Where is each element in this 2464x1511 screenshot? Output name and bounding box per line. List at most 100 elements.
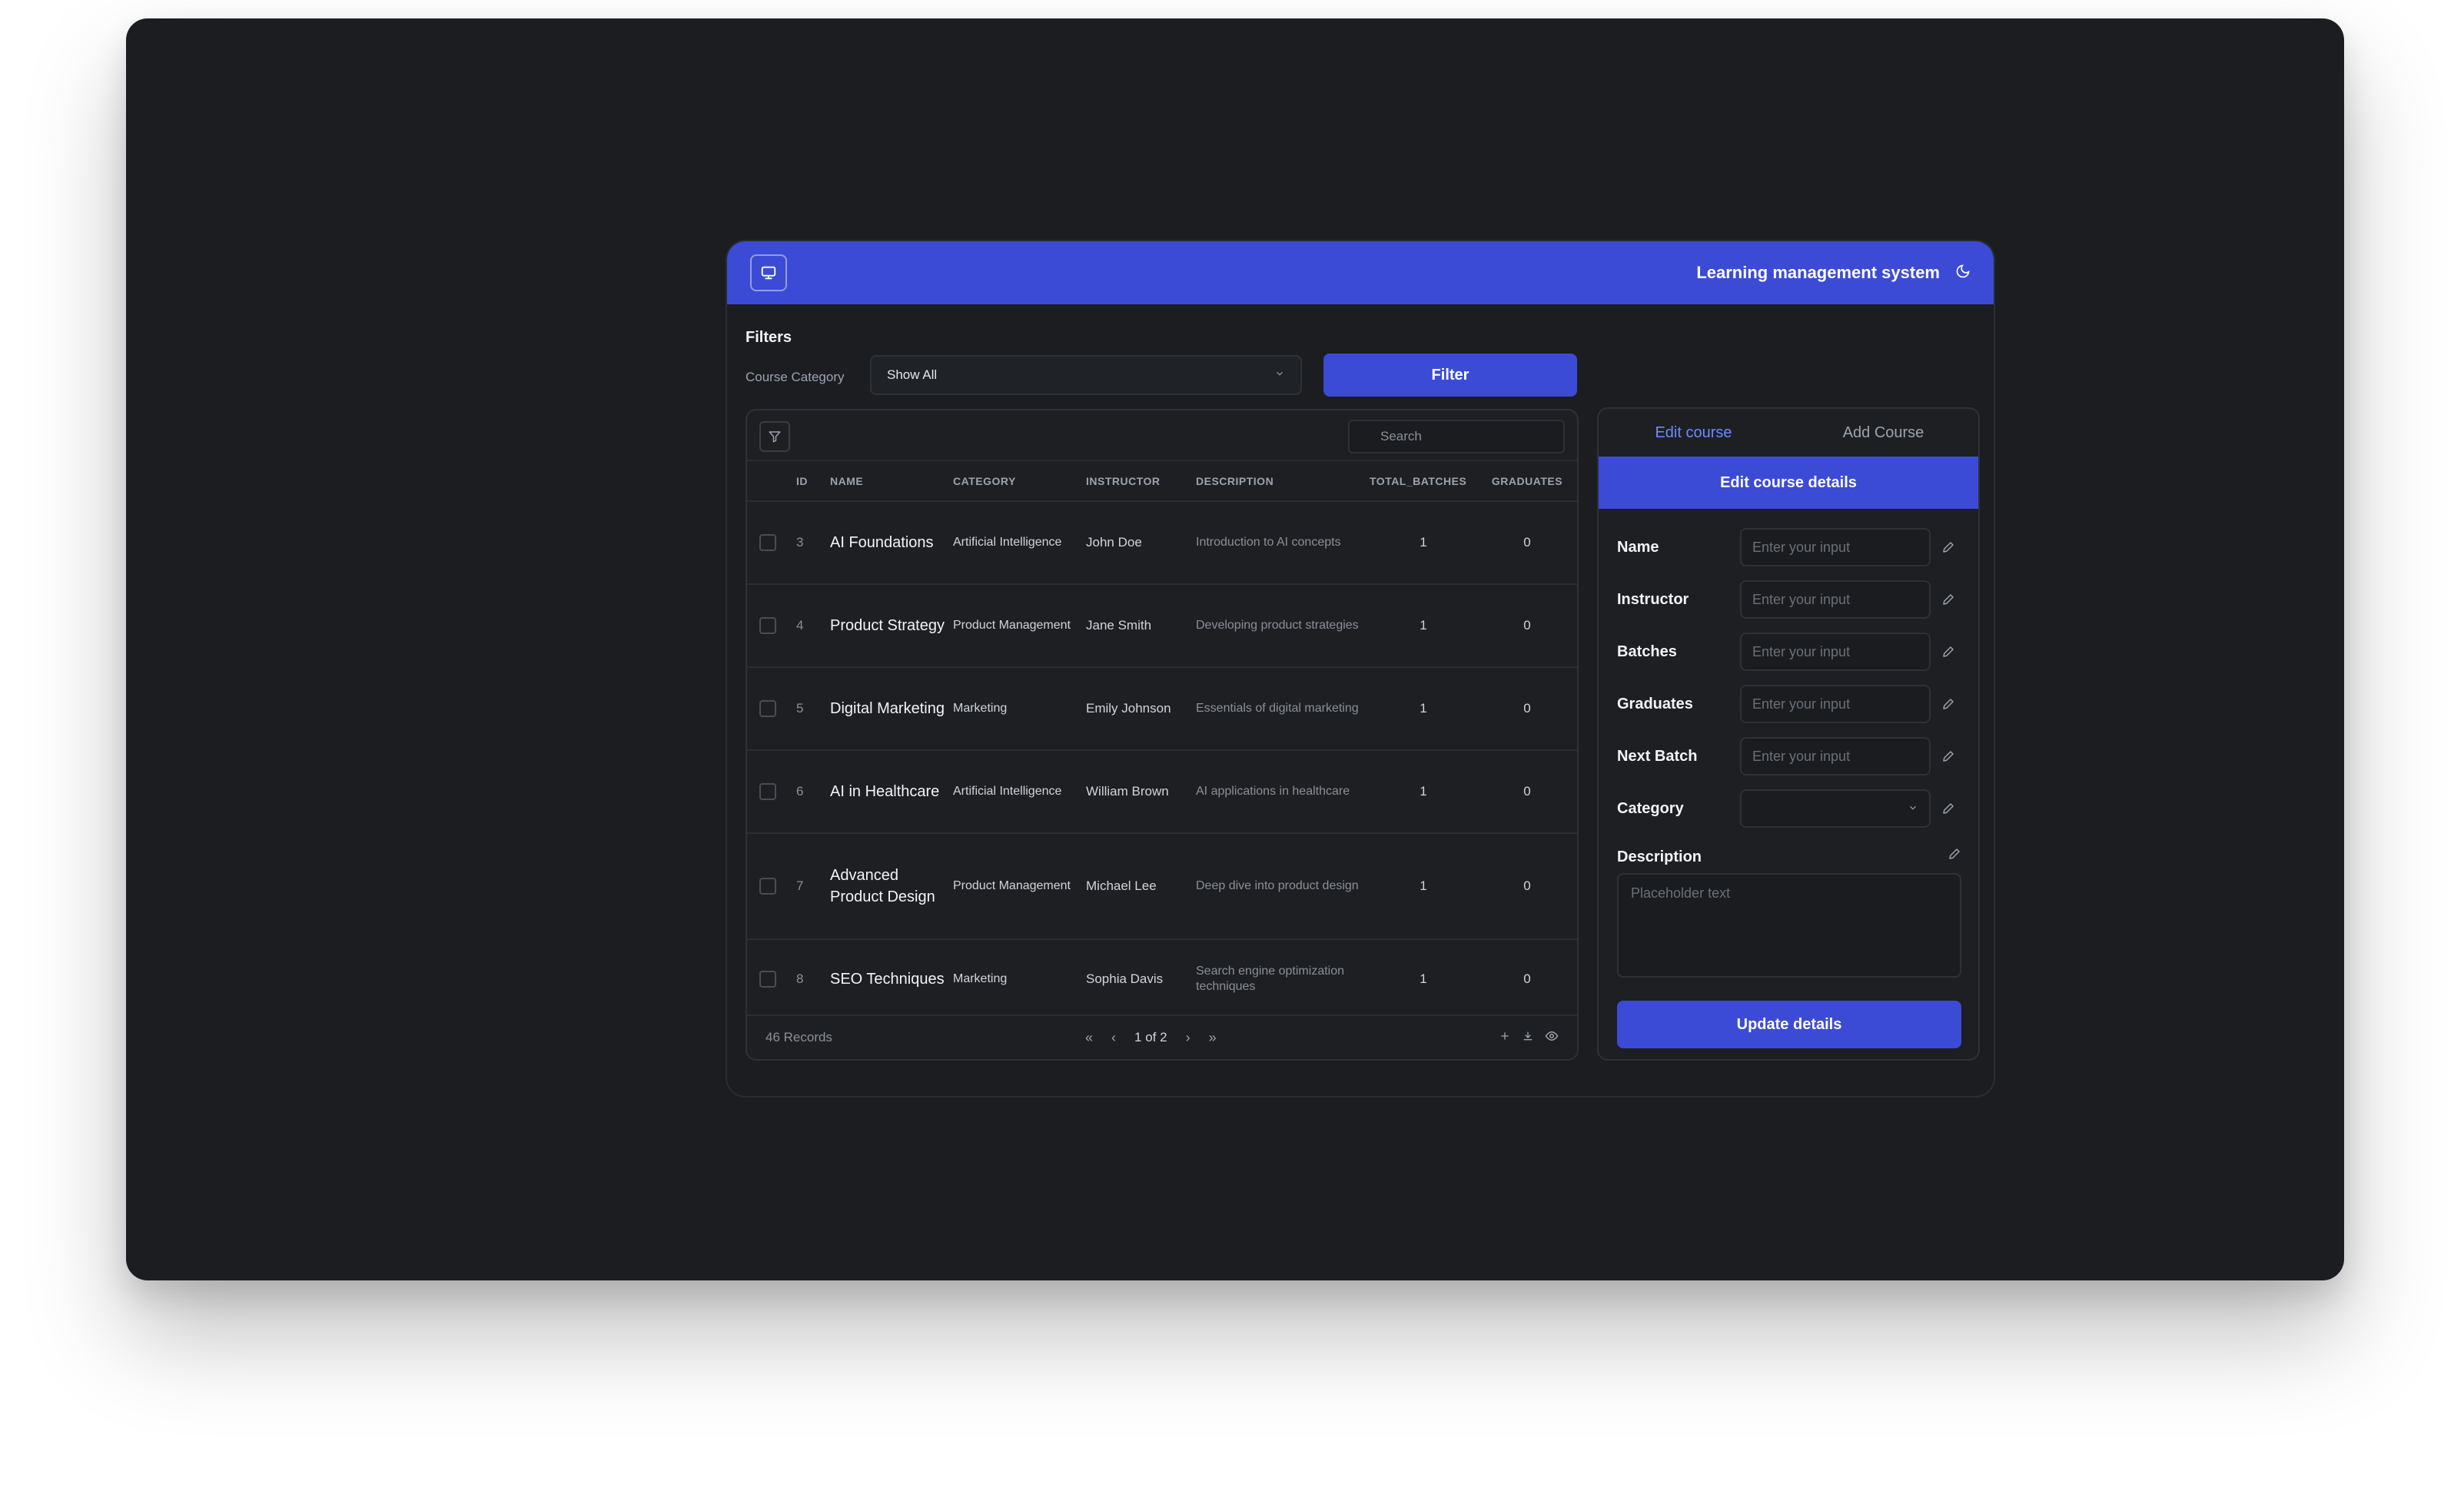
pencil-icon[interactable] [1941,593,1955,606]
table-row[interactable]: 8 SEO Techniques Marketing Sophia Davis … [747,939,1577,1020]
table-actions [1499,1029,1559,1047]
cell-graduates: 0 [1477,584,1577,668]
pencil-icon[interactable] [1941,645,1955,659]
cell-total-batches: 1 [1370,501,1477,585]
cell-id: 3 [796,501,830,585]
table-row[interactable]: 4 Product Strategy Product Management Ja… [747,584,1577,668]
chevron-down-icon [1908,801,1918,817]
course-category-select[interactable]: Show All [870,355,1302,395]
table-header-row: ID NAME CATEGORY INSTRUCTOR DESCRIPTION … [747,461,1577,502]
cell-total-batches: 1 [1370,667,1477,751]
category-label: Category [1617,799,1684,817]
top-bar: Learning management system [727,241,1994,304]
cell-instructor: Jane Smith [1086,584,1196,668]
next-batch-label: Next Batch [1617,747,1698,765]
column-header-id[interactable]: ID [796,461,830,502]
graduates-label: Graduates [1617,695,1693,712]
column-header-total-batches[interactable]: TOTAL_BATCHES [1370,461,1477,502]
table-row[interactable]: 7 Advanced Product Design Product Manage… [747,833,1577,940]
cell-category: Product Management [953,584,1086,668]
tab-edit-course[interactable]: Edit course [1599,409,1788,457]
prev-page-icon[interactable]: ‹ [1111,1030,1116,1046]
column-header-name[interactable]: NAME [830,461,953,502]
table-toolbar: Search [747,410,1577,461]
table-row[interactable]: 3 AI Foundations Artificial Intelligence… [747,501,1577,585]
cell-instructor: Michael Lee [1086,833,1196,940]
graduates-input[interactable]: Enter your input [1740,685,1931,723]
pencil-icon[interactable] [1941,540,1955,554]
row-checkbox[interactable] [759,617,776,634]
column-header-description[interactable]: DESCRIPTION [1196,461,1370,502]
cell-total-batches: 1 [1370,584,1477,668]
last-page-icon[interactable]: » [1209,1030,1217,1046]
column-header-instructor[interactable]: INSTRUCTOR [1086,461,1196,502]
pencil-icon[interactable] [1941,802,1955,815]
cell-name: Advanced Product Design [830,833,953,940]
first-page-icon[interactable]: « [1085,1030,1093,1046]
cell-instructor: William Brown [1086,750,1196,834]
cell-total-batches: 1 [1370,750,1477,834]
cell-id: 8 [796,939,830,1020]
next-page-icon[interactable]: › [1186,1030,1190,1046]
batches-input[interactable]: Enter your input [1740,633,1931,671]
row-checkbox[interactable] [759,534,776,551]
course-category-label: Course Category [746,370,845,384]
cell-instructor: Sophia Davis [1086,939,1196,1020]
row-checkbox[interactable] [759,878,776,895]
page-indicator: 1 of 2 [1134,1030,1167,1044]
eye-icon[interactable] [1545,1029,1559,1047]
update-details-button[interactable]: Update details [1617,1001,1961,1048]
batches-label: Batches [1617,643,1677,660]
category-select[interactable] [1740,789,1931,828]
edit-tabs: Edit course Add Course [1599,409,1978,457]
monitor-icon[interactable] [750,254,787,291]
row-checkbox[interactable] [759,783,776,800]
plus-icon[interactable] [1499,1030,1511,1046]
app-window: Learning management system Filters Cours… [726,240,1995,1098]
pencil-icon[interactable] [1941,697,1955,711]
graduates-row: Graduates Enter your input [1617,684,1963,724]
tab-add-course[interactable]: Add Course [1788,409,1978,457]
cell-name: Digital Marketing [830,667,953,751]
name-input[interactable]: Enter your input [1740,528,1931,566]
row-checkbox[interactable] [759,971,776,988]
filter-button[interactable]: Filter [1323,354,1577,397]
courses-table-card: Search ID NAME CATEGORY INSTRUCTOR DESCR… [746,409,1579,1061]
table-row[interactable]: 6 AI in Healthcare Artificial Intelligen… [747,750,1577,834]
cell-description: Search engine optimization techniques [1196,939,1370,1020]
cell-category: Artificial Intelligence [953,750,1086,834]
cell-graduates: 0 [1477,667,1577,751]
description-label: Description [1617,848,1702,865]
edit-course-header: Edit course details [1599,457,1978,509]
filter-funnel-icon[interactable] [759,421,790,452]
column-header-graduates[interactable]: GRADUATES [1477,461,1577,502]
table-row[interactable]: 5 Digital Marketing Marketing Emily John… [747,667,1577,751]
next-batch-input[interactable]: Enter your input [1740,737,1931,775]
instructor-input[interactable]: Enter your input [1740,580,1931,619]
course-category-value: Show All [887,367,938,382]
cell-name: AI in Healthcare [830,750,953,834]
cell-graduates: 0 [1477,750,1577,834]
device-frame: Learning management system Filters Cours… [126,18,2344,1280]
table-footer: 46 Records « ‹ 1 of 2 › » [747,1015,1577,1059]
pencil-icon[interactable] [1948,847,1961,865]
cell-description: AI applications in healthcare [1196,750,1370,834]
pencil-icon[interactable] [1941,749,1955,763]
courses-table: ID NAME CATEGORY INSTRUCTOR DESCRIPTION … [747,461,1577,1020]
row-checkbox[interactable] [759,700,776,717]
column-header-category[interactable]: CATEGORY [953,461,1086,502]
download-icon[interactable] [1522,1030,1534,1046]
search-input[interactable]: Search [1348,420,1565,453]
cell-category: Artificial Intelligence [953,501,1086,585]
cell-id: 4 [796,584,830,668]
app-title: Learning management system [1696,263,1940,282]
name-row: Name Enter your input [1617,527,1963,567]
cell-total-batches: 1 [1370,833,1477,940]
cell-graduates: 0 [1477,939,1577,1020]
description-textarea[interactable]: Placeholder text [1617,873,1961,978]
category-row: Category [1617,789,1963,829]
cell-total-batches: 1 [1370,939,1477,1020]
cell-graduates: 0 [1477,833,1577,940]
cell-description: Deep dive into product design [1196,833,1370,940]
moon-icon[interactable] [1955,264,1971,283]
